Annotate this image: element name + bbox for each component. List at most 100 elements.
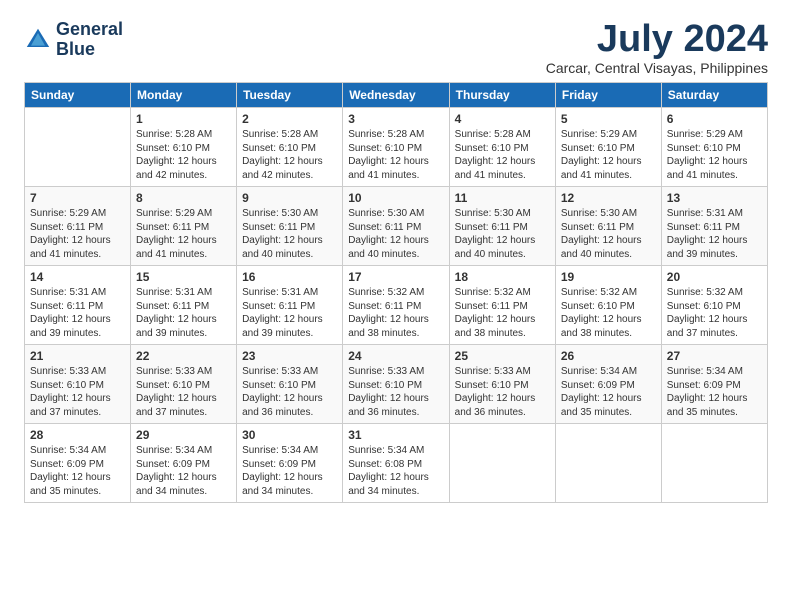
day-number: 28 — [30, 428, 125, 442]
month-title: July 2024 — [546, 20, 768, 58]
day-number: 9 — [242, 191, 337, 205]
calendar-cell: 9 Sunrise: 5:30 AM Sunset: 6:11 PM Daylig… — [237, 187, 343, 266]
calendar-cell: 8Sunrise: 5:29 AM Sunset: 6:11 PM Daylig… — [131, 187, 237, 266]
calendar-cell: 15 Sunrise: 5:31 AM Sunset: 6:11 PM Dayli… — [131, 266, 237, 345]
calendar-week-3: 14 Sunrise: 5:31 AM Sunset: 6:11 PM Dayli… — [25, 266, 768, 345]
day-info: Sunrise: 5:33 AM Sunset: 6:10 PM Dayligh… — [30, 365, 125, 419]
calendar-cell: 19Sunrise: 5:32 AM Sunset: 6:10 PM Dayli… — [555, 266, 661, 345]
calendar-cell: 20Sunrise: 5:32 AM Sunset: 6:10 PM Dayli… — [661, 266, 767, 345]
calendar-header-saturday: Saturday — [661, 83, 767, 108]
day-info: Sunrise: 5:30 AM Sunset: 6:11 PM Dayligh… — [242, 207, 337, 261]
day-info: Sunrise: 5:34 AM Sunset: 6:09 PM Dayligh… — [242, 444, 337, 498]
calendar-header-monday: Monday — [131, 83, 237, 108]
day-number: 1 — [136, 112, 231, 126]
day-number: 4 — [455, 112, 550, 126]
calendar-table: SundayMondayTuesdayWednesdayThursdayFrid… — [24, 82, 768, 503]
day-info: Sunrise: 5:28 AM Sunset: 6:10 PM Dayligh… — [136, 128, 231, 182]
day-info: Sunrise: 5:30 AM Sunset: 6:11 PM Dayligh… — [561, 207, 656, 261]
day-info: Sunrise: 5:31 AM Sunset: 6:11 PM Dayligh… — [667, 207, 762, 261]
calendar-cell: 1 Sunrise: 5:28 AM Sunset: 6:10 PM Daylig… — [131, 108, 237, 187]
calendar-cell: 30 Sunrise: 5:34 AM Sunset: 6:09 PM Dayli… — [237, 424, 343, 503]
calendar-cell: 2 Sunrise: 5:28 AM Sunset: 6:10 PM Daylig… — [237, 108, 343, 187]
calendar-header-friday: Friday — [555, 83, 661, 108]
logo-text: General Blue — [56, 20, 123, 60]
day-info: Sunrise: 5:33 AM Sunset: 6:10 PM Dayligh… — [242, 365, 337, 419]
calendar-cell: 4 Sunrise: 5:28 AM Sunset: 6:10 PM Daylig… — [449, 108, 555, 187]
calendar-cell: 10Sunrise: 5:30 AM Sunset: 6:11 PM Dayli… — [343, 187, 449, 266]
day-info: Sunrise: 5:33 AM Sunset: 6:10 PM Dayligh… — [348, 365, 443, 419]
calendar-cell: 22 Sunrise: 5:33 AM Sunset: 6:10 PM Dayli… — [131, 345, 237, 424]
day-info: Sunrise: 5:28 AM Sunset: 6:10 PM Dayligh… — [242, 128, 337, 182]
day-info: Sunrise: 5:31 AM Sunset: 6:11 PM Dayligh… — [242, 286, 337, 340]
header: General Blue July 2024 Carcar, Central V… — [24, 20, 768, 76]
day-info: Sunrise: 5:33 AM Sunset: 6:10 PM Dayligh… — [455, 365, 550, 419]
title-section: July 2024 Carcar, Central Visayas, Phili… — [546, 20, 768, 76]
calendar-cell: 26 Sunrise: 5:34 AM Sunset: 6:09 PM Dayli… — [555, 345, 661, 424]
calendar-cell: 29 Sunrise: 5:34 AM Sunset: 6:09 PM Dayli… — [131, 424, 237, 503]
day-info: Sunrise: 5:34 AM Sunset: 6:09 PM Dayligh… — [30, 444, 125, 498]
day-number: 6 — [667, 112, 762, 126]
calendar-cell: 7 Sunrise: 5:29 AM Sunset: 6:11 PM Daylig… — [25, 187, 131, 266]
day-info: Sunrise: 5:28 AM Sunset: 6:10 PM Dayligh… — [455, 128, 550, 182]
calendar-cell: 17 Sunrise: 5:32 AM Sunset: 6:11 PM Dayli… — [343, 266, 449, 345]
calendar-cell: 16Sunrise: 5:31 AM Sunset: 6:11 PM Dayli… — [237, 266, 343, 345]
day-info: Sunrise: 5:28 AM Sunset: 6:10 PM Dayligh… — [348, 128, 443, 182]
day-info: Sunrise: 5:30 AM Sunset: 6:11 PM Dayligh… — [348, 207, 443, 261]
calendar-cell: 18 Sunrise: 5:32 AM Sunset: 6:11 PM Dayli… — [449, 266, 555, 345]
day-number: 26 — [561, 349, 656, 363]
day-info: Sunrise: 5:31 AM Sunset: 6:11 PM Dayligh… — [136, 286, 231, 340]
calendar-cell: 24 Sunrise: 5:33 AM Sunset: 6:10 PM Dayli… — [343, 345, 449, 424]
day-info: Sunrise: 5:30 AM Sunset: 6:11 PM Dayligh… — [455, 207, 550, 261]
logo: General Blue — [24, 20, 123, 60]
day-number: 29 — [136, 428, 231, 442]
day-number: 15 — [136, 270, 231, 284]
calendar-cell — [661, 424, 767, 503]
day-info: Sunrise: 5:29 AM Sunset: 6:11 PM Dayligh… — [136, 207, 231, 261]
calendar-cell: 14 Sunrise: 5:31 AM Sunset: 6:11 PM Dayli… — [25, 266, 131, 345]
calendar-cell — [555, 424, 661, 503]
day-number: 21 — [30, 349, 125, 363]
day-number: 19 — [561, 270, 656, 284]
calendar-week-1: 1 Sunrise: 5:28 AM Sunset: 6:10 PM Daylig… — [25, 108, 768, 187]
day-info: Sunrise: 5:31 AM Sunset: 6:11 PM Dayligh… — [30, 286, 125, 340]
calendar-cell: 6Sunrise: 5:29 AM Sunset: 6:10 PM Daylig… — [661, 108, 767, 187]
day-number: 22 — [136, 349, 231, 363]
calendar-header-wednesday: Wednesday — [343, 83, 449, 108]
day-info: Sunrise: 5:29 AM Sunset: 6:11 PM Dayligh… — [30, 207, 125, 261]
calendar-week-5: 28 Sunrise: 5:34 AM Sunset: 6:09 PM Dayli… — [25, 424, 768, 503]
day-info: Sunrise: 5:34 AM Sunset: 6:09 PM Dayligh… — [667, 365, 762, 419]
day-info: Sunrise: 5:29 AM Sunset: 6:10 PM Dayligh… — [561, 128, 656, 182]
day-info: Sunrise: 5:34 AM Sunset: 6:09 PM Dayligh… — [561, 365, 656, 419]
calendar-cell: 5 Sunrise: 5:29 AM Sunset: 6:10 PM Daylig… — [555, 108, 661, 187]
day-number: 5 — [561, 112, 656, 126]
day-number: 23 — [242, 349, 337, 363]
calendar-cell: 28 Sunrise: 5:34 AM Sunset: 6:09 PM Dayli… — [25, 424, 131, 503]
day-number: 7 — [30, 191, 125, 205]
calendar-cell: 21 Sunrise: 5:33 AM Sunset: 6:10 PM Dayli… — [25, 345, 131, 424]
calendar-cell: 11 Sunrise: 5:30 AM Sunset: 6:11 PM Dayli… — [449, 187, 555, 266]
day-number: 3 — [348, 112, 443, 126]
calendar-header-row: SundayMondayTuesdayWednesdayThursdayFrid… — [25, 83, 768, 108]
day-info: Sunrise: 5:32 AM Sunset: 6:11 PM Dayligh… — [455, 286, 550, 340]
day-number: 17 — [348, 270, 443, 284]
day-info: Sunrise: 5:34 AM Sunset: 6:09 PM Dayligh… — [136, 444, 231, 498]
day-info: Sunrise: 5:32 AM Sunset: 6:11 PM Dayligh… — [348, 286, 443, 340]
calendar-cell: 12Sunrise: 5:30 AM Sunset: 6:11 PM Dayli… — [555, 187, 661, 266]
day-number: 18 — [455, 270, 550, 284]
day-number: 30 — [242, 428, 337, 442]
calendar-week-2: 7 Sunrise: 5:29 AM Sunset: 6:11 PM Daylig… — [25, 187, 768, 266]
day-number: 27 — [667, 349, 762, 363]
day-info: Sunrise: 5:33 AM Sunset: 6:10 PM Dayligh… — [136, 365, 231, 419]
calendar-cell: 25Sunrise: 5:33 AM Sunset: 6:10 PM Dayli… — [449, 345, 555, 424]
day-number: 13 — [667, 191, 762, 205]
day-number: 24 — [348, 349, 443, 363]
day-number: 2 — [242, 112, 337, 126]
calendar-cell: 31 Sunrise: 5:34 AM Sunset: 6:08 PM Dayli… — [343, 424, 449, 503]
day-number: 14 — [30, 270, 125, 284]
calendar-cell — [449, 424, 555, 503]
logo-icon — [24, 26, 52, 54]
day-number: 31 — [348, 428, 443, 442]
day-info: Sunrise: 5:34 AM Sunset: 6:08 PM Dayligh… — [348, 444, 443, 498]
calendar-cell: 23 Sunrise: 5:33 AM Sunset: 6:10 PM Dayli… — [237, 345, 343, 424]
day-number: 11 — [455, 191, 550, 205]
